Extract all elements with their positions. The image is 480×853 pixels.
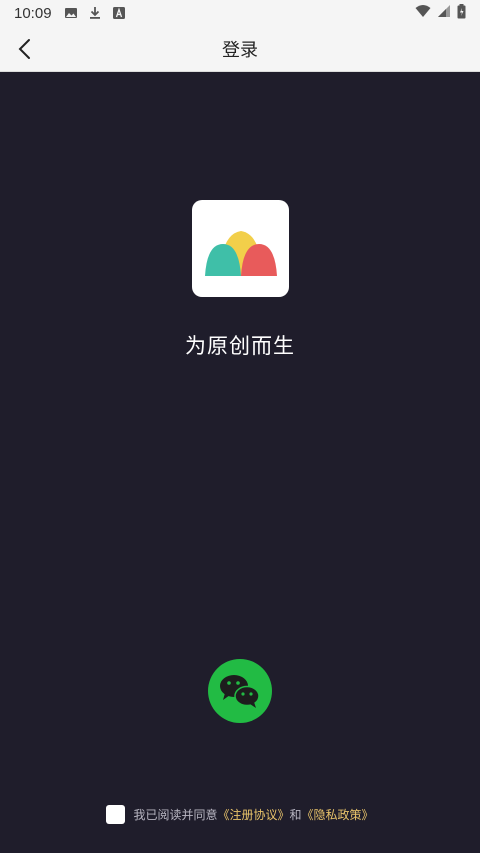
wechat-login-button[interactable] (208, 659, 272, 723)
page-title: 登录 (222, 39, 258, 61)
status-bar: 10:09 (0, 0, 480, 26)
agreement-prefix: 我已阅读并同意 (133, 808, 218, 822)
image-icon (64, 6, 78, 20)
app-logo (192, 200, 289, 297)
slogan-text: 为原创而生 (185, 334, 295, 358)
wifi-icon (415, 4, 431, 22)
header-bar: 登录 (0, 26, 480, 72)
app-logo-icon (204, 230, 277, 276)
agreement-checkbox[interactable] (106, 805, 126, 824)
signal-icon (437, 4, 451, 22)
battery-icon (457, 3, 466, 23)
agreement-row: 我已阅读并同意 《注册协议》 和 《隐私政策》 (0, 805, 480, 824)
status-time: 10:09 (14, 4, 52, 22)
privacy-link[interactable]: 《隐私政策》 (302, 806, 374, 823)
agreement-conjunction: 和 (289, 808, 302, 822)
back-button[interactable] (10, 33, 42, 65)
chevron-left-icon (18, 39, 30, 59)
a-icon (112, 6, 126, 20)
download-icon (88, 6, 102, 20)
terms-link[interactable]: 《注册协议》 (217, 806, 289, 823)
wechat-icon (220, 675, 260, 708)
